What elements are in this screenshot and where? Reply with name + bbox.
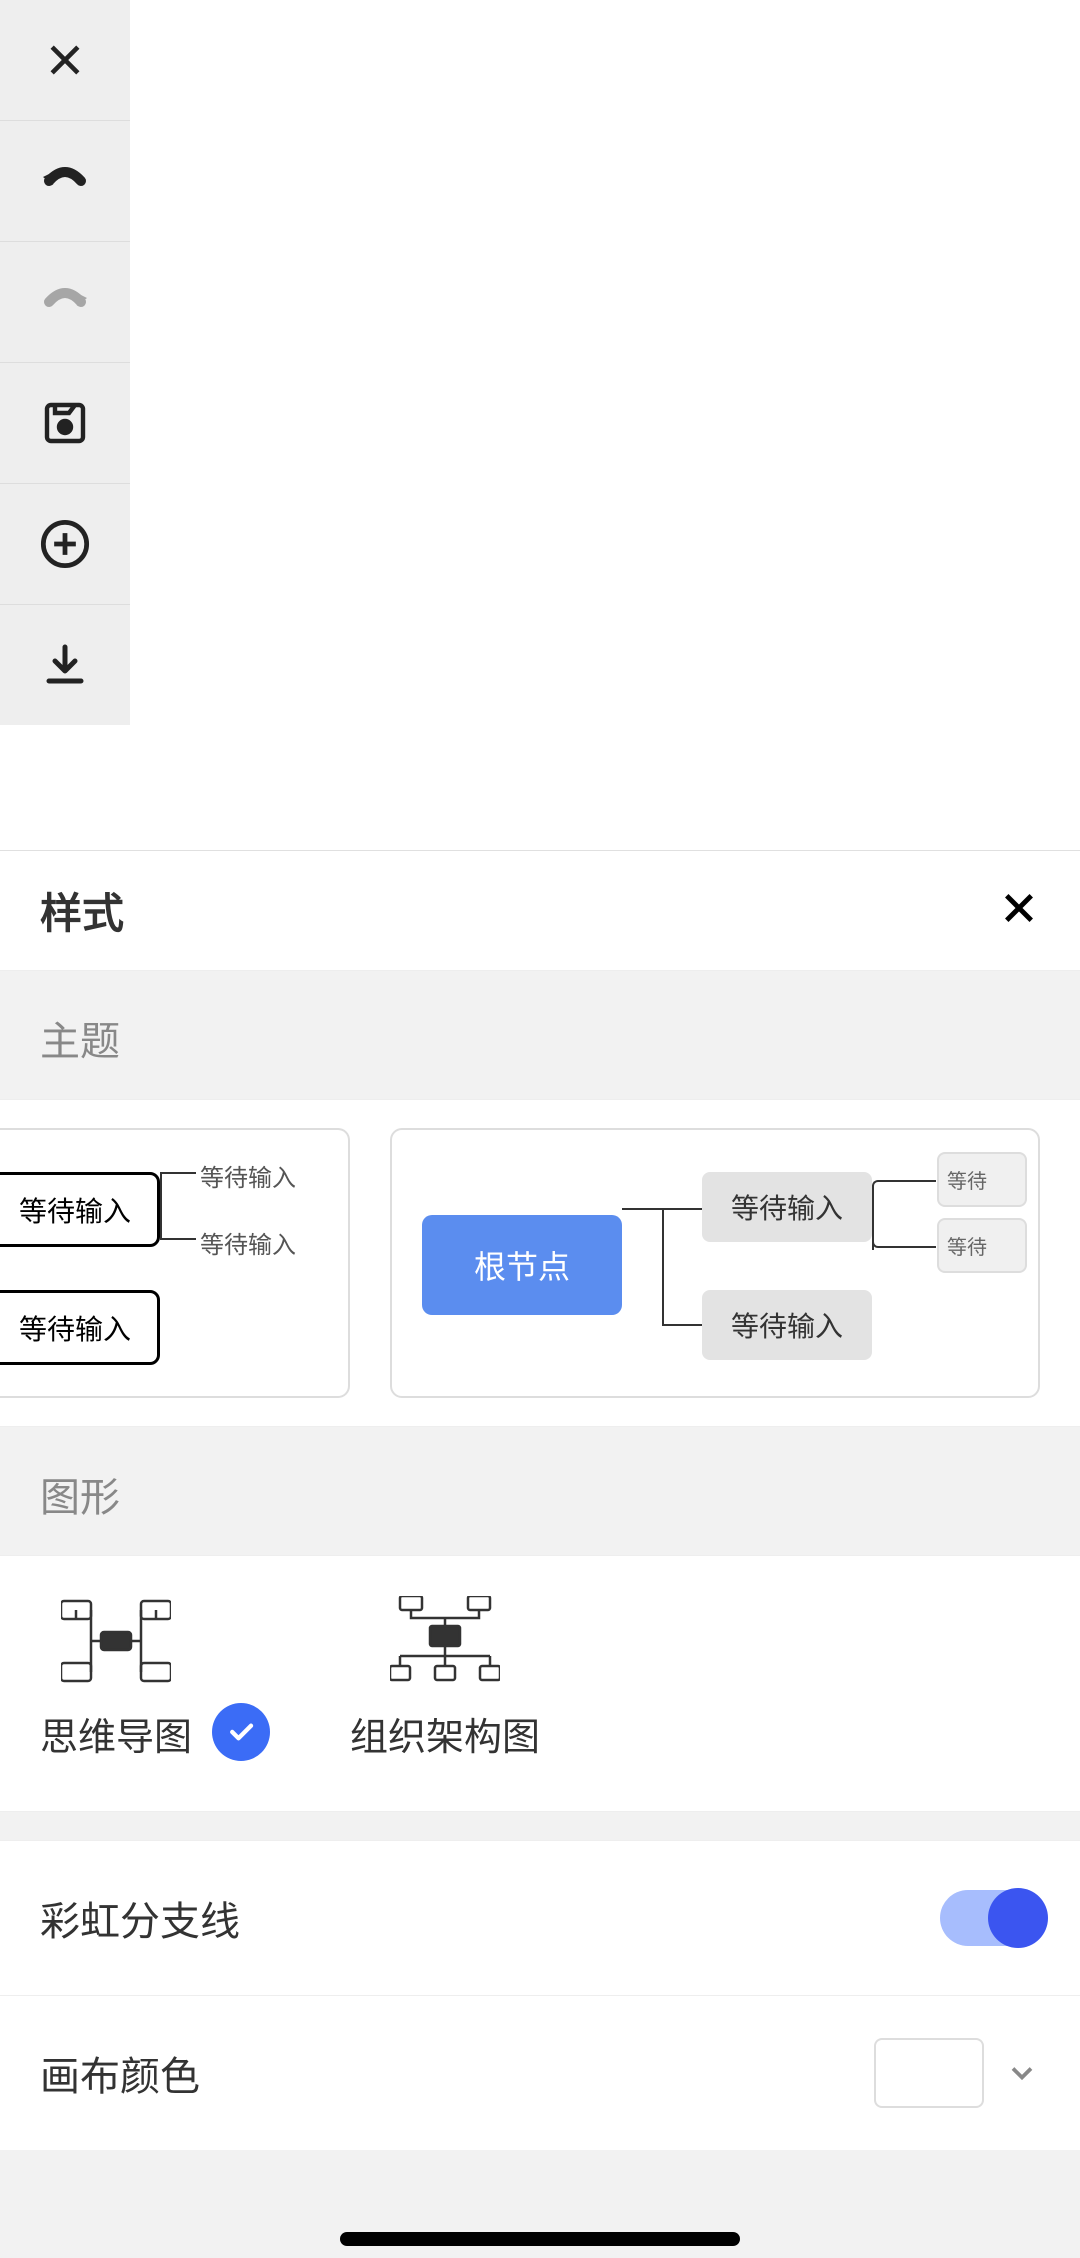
add-node-button[interactable]	[0, 484, 130, 604]
download-icon	[41, 641, 89, 689]
theme-option-1[interactable]: 等待输入 等待输入 等待输入 等待输入	[0, 1128, 350, 1398]
panel-header: 样式	[0, 851, 1080, 971]
section-theme-label: 主题	[0, 971, 1080, 1099]
close-icon	[998, 887, 1040, 929]
redo-button[interactable]	[0, 242, 130, 362]
panel-close-button[interactable]	[998, 887, 1040, 934]
home-indicator	[340, 2232, 740, 2246]
shape-orgchart-label: 组织架构图	[350, 1706, 540, 1761]
download-button[interactable]	[0, 605, 130, 725]
theme2-leaf: 等待	[937, 1218, 1027, 1273]
canvas-color-label: 画布颜色	[40, 2044, 200, 2102]
shape-list: 思维导图 组织架构图	[0, 1555, 1080, 1812]
theme1-leaf: 等待输入	[200, 1158, 296, 1193]
style-panel: 样式 主题 等待输入 等待输入 等待输入 等待输入 根节点 等待输入 等待输入 …	[0, 850, 1080, 2258]
theme2-node: 等待输入	[702, 1172, 872, 1242]
panel-title: 样式	[40, 880, 124, 941]
plus-circle-icon	[39, 518, 91, 570]
section-shape-label: 图形	[0, 1427, 1080, 1555]
shape-option-mindmap[interactable]: 思维导图	[40, 1596, 270, 1761]
close-icon	[43, 38, 87, 82]
redo-icon	[39, 284, 91, 320]
selected-check-icon	[212, 1703, 270, 1761]
setting-rainbow-row: 彩虹分支线	[0, 1840, 1080, 1995]
theme-list[interactable]: 等待输入 等待输入 等待输入 等待输入 根节点 等待输入 等待输入 等待 等待	[0, 1099, 1080, 1427]
theme1-leaf: 等待输入	[200, 1225, 296, 1260]
save-icon	[41, 399, 89, 447]
theme-option-2[interactable]: 根节点 等待输入 等待输入 等待 等待	[390, 1128, 1040, 1398]
undo-button[interactable]	[0, 121, 130, 241]
theme1-node: 等待输入	[0, 1172, 160, 1247]
theme2-leaf: 等待	[937, 1152, 1027, 1207]
undo-icon	[39, 163, 91, 199]
save-button[interactable]	[0, 363, 130, 483]
setting-canvas-color-row[interactable]: 画布颜色	[0, 1995, 1080, 2150]
rainbow-label: 彩虹分支线	[40, 1889, 240, 1947]
left-toolbar	[0, 0, 130, 725]
close-button[interactable]	[0, 0, 130, 120]
chevron-down-icon	[1004, 2055, 1040, 2091]
theme2-node: 等待输入	[702, 1290, 872, 1360]
rainbow-toggle[interactable]	[940, 1890, 1040, 1946]
canvas-color-swatch[interactable]	[874, 2038, 984, 2108]
theme1-node: 等待输入	[0, 1290, 160, 1365]
mindmap-icon	[61, 1596, 171, 1686]
theme2-root-node: 根节点	[422, 1215, 622, 1315]
shape-option-orgchart[interactable]: 组织架构图	[350, 1596, 540, 1761]
orgchart-icon	[390, 1596, 500, 1686]
shape-mindmap-label: 思维导图	[40, 1706, 192, 1761]
